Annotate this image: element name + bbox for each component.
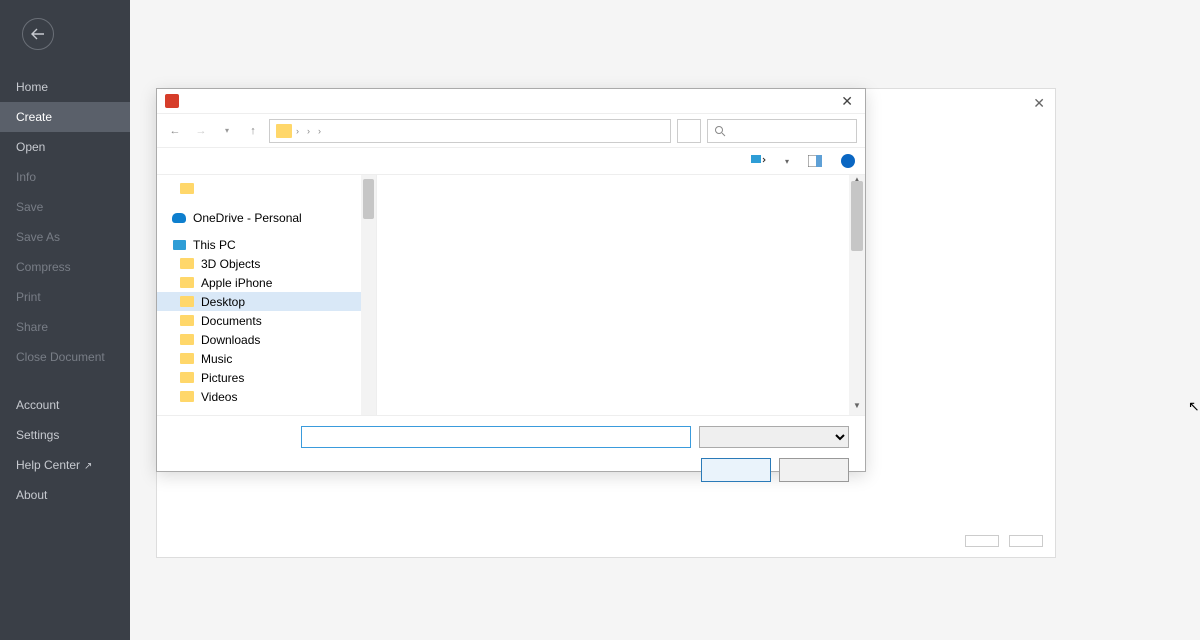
tree-item-downloads[interactable]: Downloads (157, 330, 376, 349)
sidebar-item-close-document[interactable]: Close Document (0, 342, 130, 372)
close-window-button[interactable] (1155, 0, 1200, 30)
view-dropdown[interactable]: ▾ (785, 157, 789, 166)
sidebar-item-save[interactable]: Save (0, 192, 130, 222)
cloud-icon (171, 211, 187, 225)
scrollbar-thumb[interactable] (851, 181, 863, 251)
folder-icon (179, 390, 195, 404)
sidebar-item-open[interactable]: Open (0, 132, 130, 162)
sidebar: HomeCreateOpenInfoSaveSave AsCompressPri… (0, 0, 130, 640)
back-button[interactable] (22, 18, 54, 50)
nav-history-button[interactable]: ▾ (217, 121, 237, 141)
file-type-filter[interactable] (699, 426, 849, 448)
sidebar-item-save-as[interactable]: Save As (0, 222, 130, 252)
chevron-right-icon: › (307, 126, 310, 136)
pc-icon (171, 238, 187, 252)
sidebar-item-account[interactable]: Account (0, 390, 130, 420)
tree-item-pictures[interactable]: Pictures (157, 368, 376, 387)
tree-item-label: Desktop (201, 295, 245, 309)
app-icon (165, 94, 179, 108)
maximize-button[interactable] (1110, 0, 1155, 30)
sidebar-item-info[interactable]: Info (0, 162, 130, 192)
tree-item-label: Downloads (201, 333, 260, 347)
sidebar-item-compress[interactable]: Compress (0, 252, 130, 282)
help-button[interactable] (841, 154, 855, 168)
tree-item-folder[interactable] (157, 179, 376, 198)
scroll-down-icon[interactable]: ▼ (849, 401, 865, 415)
tree-scrollbar[interactable] (361, 175, 376, 415)
tree-item-desktop[interactable]: Desktop (157, 292, 376, 311)
tree-item-music[interactable]: Music (157, 349, 376, 368)
folder-icon (179, 295, 195, 309)
folder-icon (179, 352, 195, 366)
chevron-right-icon: › (296, 126, 299, 136)
main-area: ✕ ✕ ← → ▾ ↑ › › › (130, 30, 1200, 640)
tree-item-label: This PC (193, 238, 236, 252)
folder-icon (179, 333, 195, 347)
window-controls (1065, 0, 1200, 30)
arrow-left-icon (31, 28, 45, 40)
tree-item-label: Videos (201, 390, 237, 404)
cancel-panel-button[interactable] (1009, 535, 1043, 547)
folder-icon (179, 314, 195, 328)
combine-button[interactable] (965, 535, 999, 547)
dialog-titlebar[interactable]: ✕ (157, 89, 865, 113)
file-scrollbar[interactable]: ▲ ▼ (849, 175, 865, 415)
sidebar-item-about[interactable]: About (0, 480, 130, 510)
tree-item-apple-iphone[interactable]: Apple iPhone (157, 273, 376, 292)
refresh-button[interactable] (677, 119, 701, 143)
folder-icon (276, 124, 292, 138)
titlebar (0, 0, 1200, 30)
breadcrumb[interactable]: › › › (269, 119, 671, 143)
sidebar-item-print[interactable]: Print (0, 282, 130, 312)
file-name-input[interactable] (301, 426, 691, 448)
dialog-toolbar: ▾ (157, 147, 865, 175)
tree-item-label: Apple iPhone (201, 276, 272, 290)
file-open-dialog: ✕ ← → ▾ ↑ › › › (156, 88, 866, 472)
sidebar-item-home[interactable]: Home (0, 72, 130, 102)
view-mode-button[interactable] (751, 154, 767, 168)
tree-item-label: Documents (201, 314, 262, 328)
tree-item-label: OneDrive - Personal (193, 211, 302, 225)
external-link-icon: ↗ (84, 461, 92, 472)
nav-back-button[interactable]: ← (165, 121, 185, 141)
sidebar-item-share[interactable]: Share (0, 312, 130, 342)
dialog-nav: ← → ▾ ↑ › › › (157, 113, 865, 147)
chevron-right-icon: › (318, 126, 321, 136)
search-icon (714, 125, 726, 137)
tree-item-3d-objects[interactable]: 3D Objects (157, 254, 376, 273)
file-list[interactable]: ▲ ▼ (377, 175, 865, 415)
nav-up-button[interactable]: ↑ (243, 121, 263, 141)
folder-tree[interactable]: OneDrive - Personal This PC 3D Objects Appl… (157, 175, 377, 415)
sidebar-item-create[interactable]: Create (0, 102, 130, 132)
folder-icon (179, 182, 195, 196)
close-dialog-button[interactable]: ✕ (837, 93, 857, 110)
dialog-footer (157, 415, 865, 492)
minimize-button[interactable] (1065, 0, 1110, 30)
search-input[interactable] (707, 119, 857, 143)
sidebar-item-settings[interactable]: Settings (0, 420, 130, 450)
tree-item-onedrive---personal[interactable]: OneDrive - Personal (157, 208, 376, 227)
folder-icon (179, 257, 195, 271)
sidebar-item-help-center[interactable]: Help Center↗ (0, 450, 130, 480)
open-button[interactable] (701, 458, 771, 482)
tree-item-label: Pictures (201, 371, 244, 385)
preview-pane-button[interactable] (807, 154, 823, 168)
folder-icon (179, 276, 195, 290)
tree-item-label: 3D Objects (201, 257, 260, 271)
nav-forward-button[interactable]: → (191, 121, 211, 141)
cancel-button[interactable] (779, 458, 849, 482)
tree-item-this-pc[interactable]: This PC (157, 235, 376, 254)
tree-item-label: Music (201, 352, 232, 366)
scrollbar-thumb[interactable] (363, 179, 374, 219)
folder-icon (179, 371, 195, 385)
tree-item-documents[interactable]: Documents (157, 311, 376, 330)
close-panel-button[interactable]: ✕ (1033, 95, 1045, 112)
tree-item-videos[interactable]: Videos (157, 387, 376, 406)
